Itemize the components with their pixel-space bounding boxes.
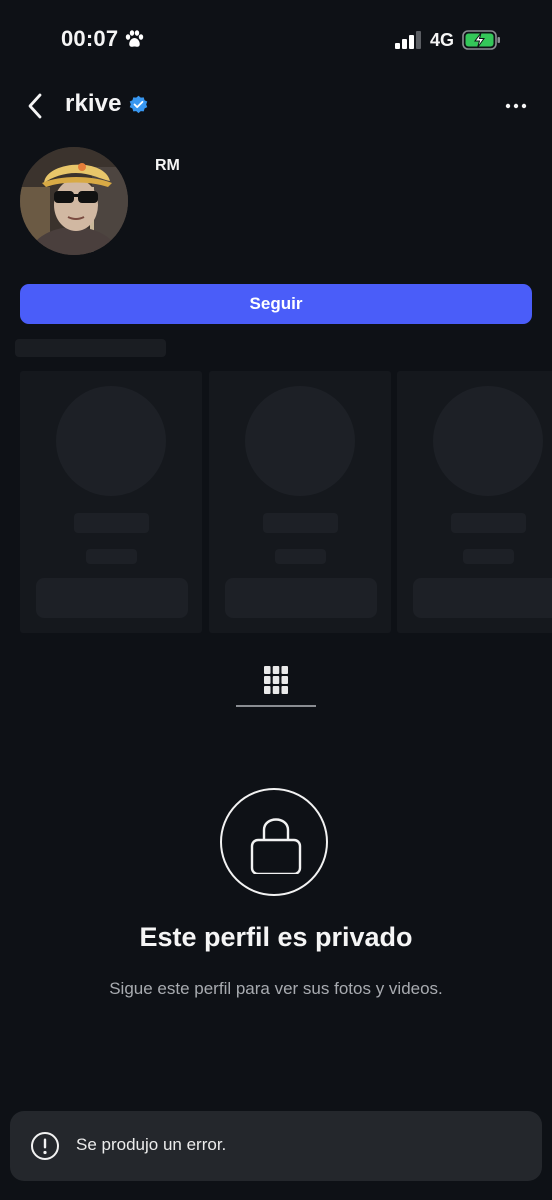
skeleton-avatar: [56, 386, 166, 496]
follow-button[interactable]: Seguir: [20, 284, 532, 324]
skeleton-card: [209, 371, 391, 633]
skeleton-line: [74, 513, 149, 533]
error-toast[interactable]: Se produjo un error.: [10, 1111, 542, 1181]
status-time-wrap: 00:07: [61, 26, 144, 52]
alert-circle-icon: [31, 1132, 59, 1160]
lock-icon: [250, 818, 302, 874]
skeleton-line: [86, 549, 137, 564]
display-name: RM: [155, 157, 180, 174]
profile-screen: 00:07 4G rkive RM Seguir Este perfil es …: [0, 0, 552, 1200]
avatar[interactable]: [20, 147, 128, 255]
grid-icon: [264, 666, 288, 694]
back-chevron-icon[interactable]: [24, 90, 46, 122]
skeleton-line: [275, 549, 326, 564]
skeleton-avatar: [245, 386, 355, 496]
verified-badge-icon: [129, 95, 147, 113]
more-horizontal-icon[interactable]: [504, 94, 528, 118]
skeleton-card: [20, 371, 202, 633]
username: rkive: [65, 90, 122, 117]
skeleton-line: [263, 513, 338, 533]
signal-icon: [394, 31, 421, 49]
skeleton-line: [451, 513, 526, 533]
status-right: 4G: [394, 29, 502, 51]
skeleton-line: [463, 549, 514, 564]
network-label: 4G: [429, 29, 454, 50]
private-profile-subtitle: Sigue este perfil para ver sus fotos y v…: [109, 979, 443, 998]
skeleton-button: [413, 578, 552, 618]
skeleton-avatar: [433, 386, 543, 496]
lock-circle: [220, 788, 328, 896]
avatar-photo: [20, 147, 128, 255]
profile-header: rkive: [0, 82, 552, 130]
skeleton-card: [397, 371, 552, 633]
toast-message: Se produjo un error.: [76, 1135, 227, 1154]
tab-posts-grid[interactable]: [236, 660, 316, 707]
username-wrap: rkive: [65, 90, 149, 118]
battery-charging-icon: [462, 30, 500, 50]
status-time: 00:07: [61, 26, 119, 51]
private-profile-title: Este perfil es privado: [139, 922, 413, 952]
paw-icon: [126, 30, 144, 47]
skeleton-title: [15, 339, 166, 357]
active-tab-indicator: [236, 705, 316, 707]
status-bar: 00:07 4G: [0, 0, 552, 82]
skeleton-button: [225, 578, 377, 618]
skeleton-button: [36, 578, 188, 618]
